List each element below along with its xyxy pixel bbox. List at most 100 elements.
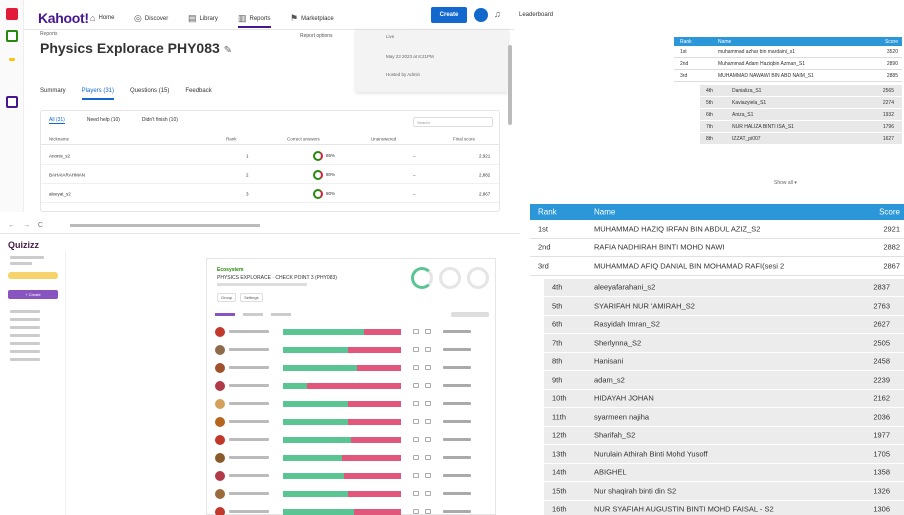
incorrect-portion	[364, 329, 401, 335]
table-row[interactable]: aleeyat_s2 3 80% – 2,867	[41, 185, 499, 203]
nav-label: Marketplace	[301, 15, 334, 22]
comment-icon[interactable]	[413, 491, 419, 496]
kahoot-logo[interactable]: Kahoot!	[38, 10, 89, 26]
participant-row[interactable]	[207, 341, 495, 359]
name: RAFIA NADHIRAH BINTI MOHD NAWI	[594, 242, 725, 252]
participant-row[interactable]	[207, 431, 495, 449]
report-icon[interactable]	[425, 455, 431, 460]
col-unanswered[interactable]: Unanswered	[371, 136, 396, 141]
table-row[interactable]: Anonis_s2 1 86% – 2,921	[41, 147, 499, 165]
report-icon[interactable]	[425, 419, 431, 424]
create-button[interactable]: Create	[431, 7, 467, 23]
comment-icon[interactable]	[413, 383, 419, 388]
report-icon[interactable]	[425, 509, 431, 514]
participant-row[interactable]	[207, 323, 495, 341]
quizizz-report-window: ← → C Quizizz + Create Ecosystem PHYSICS…	[0, 218, 520, 515]
table-row[interactable]: BAHAIARAHMAN 2 80% – 2,882	[41, 166, 499, 184]
tab-summary[interactable]: Summary	[40, 88, 66, 100]
col-rank[interactable]: Rank	[226, 136, 237, 141]
quizizz-logo[interactable]: Quizizz	[8, 240, 39, 250]
create-button[interactable]: + Create	[8, 290, 58, 299]
app-icon-yellow[interactable]	[9, 58, 15, 61]
report-icon[interactable]	[425, 437, 431, 442]
chip-group[interactable]: Group	[217, 293, 237, 302]
participant-row[interactable]	[207, 467, 495, 485]
participant-row[interactable]	[207, 485, 495, 503]
participant-row[interactable]	[207, 449, 495, 467]
plan-badge[interactable]	[8, 272, 58, 279]
participant-row[interactable]	[207, 377, 495, 395]
player-search-input[interactable]: Search	[413, 117, 493, 127]
breadcrumb[interactable]: Reports	[40, 31, 58, 37]
comment-icon[interactable]	[413, 437, 419, 442]
app-icon-purple[interactable]	[6, 96, 18, 108]
show-more-link[interactable]: Show all ▾	[774, 180, 797, 186]
comment-icon[interactable]	[413, 347, 419, 352]
bell-icon[interactable]: ♫	[494, 9, 501, 19]
participant-row[interactable]	[207, 413, 495, 431]
chip-settings[interactable]: Settings	[240, 293, 263, 302]
nav-reports[interactable]: ▥ Reports	[238, 13, 271, 28]
tab-feedback[interactable]: Feedback	[185, 88, 211, 100]
tab-players[interactable]: Players (31)	[81, 88, 115, 100]
sidebar-item[interactable]	[10, 350, 40, 353]
comment-icon[interactable]	[413, 365, 419, 370]
participant-row[interactable]	[207, 503, 495, 515]
name: IZZAT_pi007	[732, 135, 761, 142]
correct-portion	[283, 509, 354, 515]
participant-row[interactable]	[207, 395, 495, 413]
sidebar-item[interactable]	[10, 334, 40, 337]
nav-discover[interactable]: ◎ Discover	[134, 13, 168, 24]
app-icon-green[interactable]	[6, 30, 18, 42]
final-score: 2,882	[479, 172, 491, 177]
participant-name	[229, 348, 269, 351]
browser-nav-icons[interactable]: ← → C	[8, 222, 46, 229]
rank: 11th	[552, 412, 567, 422]
report-icon[interactable]	[425, 347, 431, 352]
sidebar-item[interactable]	[10, 262, 32, 265]
col-nickname[interactable]: Nickname	[49, 136, 69, 141]
compass-icon: ◎	[134, 13, 142, 23]
tab-questions[interactable]	[243, 313, 263, 316]
participant-row[interactable]	[207, 359, 495, 377]
comment-icon[interactable]	[413, 419, 419, 424]
nav-marketplace[interactable]: ⚑ Marketplace	[290, 13, 334, 24]
report-icon[interactable]	[425, 365, 431, 370]
app-icon-red[interactable]	[6, 8, 18, 20]
comment-icon[interactable]	[413, 401, 419, 406]
popover-line: May 23 2023 at 8:21PM	[386, 54, 434, 59]
filter-didnt-finish[interactable]: Didn't finish (10)	[142, 117, 178, 124]
edit-pencil-icon[interactable]: ✎	[224, 45, 232, 56]
report-options-button[interactable]: Report options	[300, 33, 333, 39]
col-correct[interactable]: Correct answers	[287, 136, 320, 141]
report-icon[interactable]	[425, 329, 431, 334]
sidebar-item[interactable]	[10, 358, 40, 361]
filter-all[interactable]: All (31)	[49, 117, 65, 124]
sidebar-item[interactable]	[10, 318, 40, 321]
report-icon[interactable]	[425, 383, 431, 388]
comment-icon[interactable]	[413, 455, 419, 460]
col-score: Score	[879, 207, 900, 217]
sidebar-item[interactable]	[10, 310, 40, 313]
export-button[interactable]	[451, 312, 489, 317]
tab-questions[interactable]: Questions (15)	[130, 88, 169, 100]
sidebar-item[interactable]	[10, 256, 44, 259]
table-row: 14th ABIGHEL 1358	[544, 463, 904, 482]
address-bar[interactable]	[70, 222, 290, 230]
comment-icon[interactable]	[413, 509, 419, 514]
tab-participants[interactable]	[215, 313, 235, 316]
filter-need-help[interactable]: Need help (10)	[87, 117, 120, 124]
comment-icon[interactable]	[413, 329, 419, 334]
scrollbar[interactable]	[508, 45, 512, 125]
user-avatar[interactable]	[474, 8, 488, 22]
nav-library[interactable]: ▤ Library	[188, 13, 218, 24]
nav-home[interactable]: ⌂ Home	[90, 13, 114, 23]
report-icon[interactable]	[425, 473, 431, 478]
report-icon[interactable]	[425, 491, 431, 496]
col-final-score[interactable]: Final score	[453, 136, 475, 141]
sidebar-item[interactable]	[10, 326, 40, 329]
sidebar-item[interactable]	[10, 342, 40, 345]
comment-icon[interactable]	[413, 473, 419, 478]
report-icon[interactable]	[425, 401, 431, 406]
tab-overview[interactable]	[271, 313, 291, 316]
